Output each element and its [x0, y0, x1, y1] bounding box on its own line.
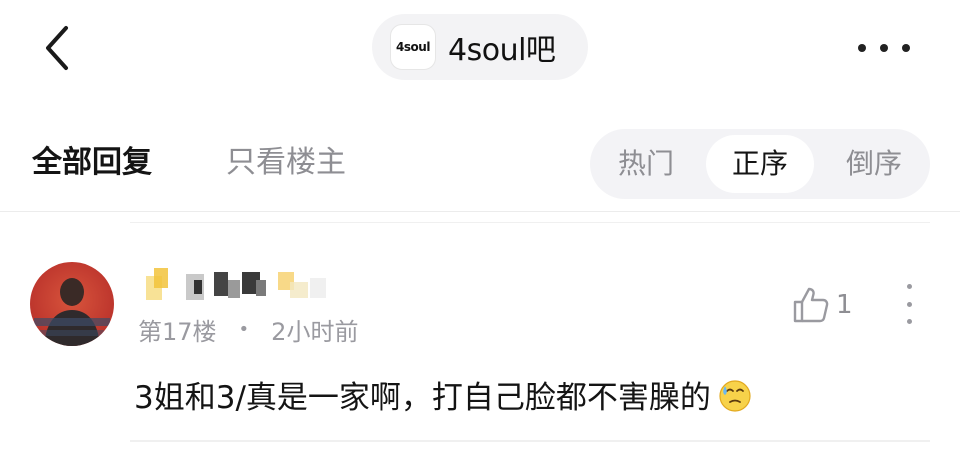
avatar-image — [30, 262, 114, 346]
chevron-left-icon — [46, 26, 68, 70]
username-redacted[interactable] — [138, 262, 338, 308]
reply-meta: 第17楼 • 2小时前 — [138, 312, 358, 347]
pixelated-username-image — [146, 268, 326, 300]
reply-bottom-divider — [130, 440, 930, 442]
like-button[interactable]: 1 — [790, 284, 853, 326]
avatar[interactable] — [30, 262, 114, 346]
thumbs-up-icon — [793, 287, 829, 323]
reply-content: 3姐和3/真是一家啊，打自己脸都不害臊的 — [134, 372, 753, 417]
sort-hot-option[interactable]: 热门 — [590, 129, 702, 199]
more-horizontal-icon — [858, 44, 866, 52]
forum-logo: 4soul — [390, 24, 436, 70]
floor-number: 第17楼 — [138, 318, 217, 346]
tab-all-replies[interactable]: 全部回复 — [32, 137, 152, 181]
sort-ascending-option[interactable]: 正序 — [706, 135, 814, 193]
more-dot — [880, 44, 888, 52]
more-dot — [906, 319, 912, 324]
reply-text: 3姐和3/真是一家啊，打自己脸都不害臊的 — [134, 380, 711, 416]
more-vertical-icon — [906, 284, 912, 289]
forum-name: 4soul吧 — [448, 33, 556, 68]
tab-only-op[interactable]: 只看楼主 — [226, 137, 346, 181]
section-divider — [0, 211, 960, 212]
more-dot — [902, 44, 910, 52]
sort-segmented-control: 热门 正序 倒序 — [590, 129, 930, 199]
sort-descending-option[interactable]: 倒序 — [818, 129, 930, 199]
reply-top-divider — [130, 222, 930, 223]
meta-separator: • — [238, 319, 250, 340]
reply-time: 2小时前 — [271, 318, 359, 346]
sweat-emoji-icon — [719, 379, 751, 412]
reply-more-button[interactable] — [898, 284, 920, 324]
reply-filter-bar: 全部回复 只看楼主 热门 正序 倒序 — [0, 125, 960, 205]
like-count: 1 — [836, 290, 853, 320]
forum-title-pill[interactable]: 4soul 4soul吧 — [372, 14, 588, 80]
more-dot — [906, 301, 912, 307]
top-bar: 4soul 4soul吧 — [0, 0, 960, 100]
more-options-button[interactable] — [852, 30, 916, 66]
back-button[interactable] — [38, 22, 78, 74]
forum-logo-text: 4soul — [396, 40, 430, 54]
